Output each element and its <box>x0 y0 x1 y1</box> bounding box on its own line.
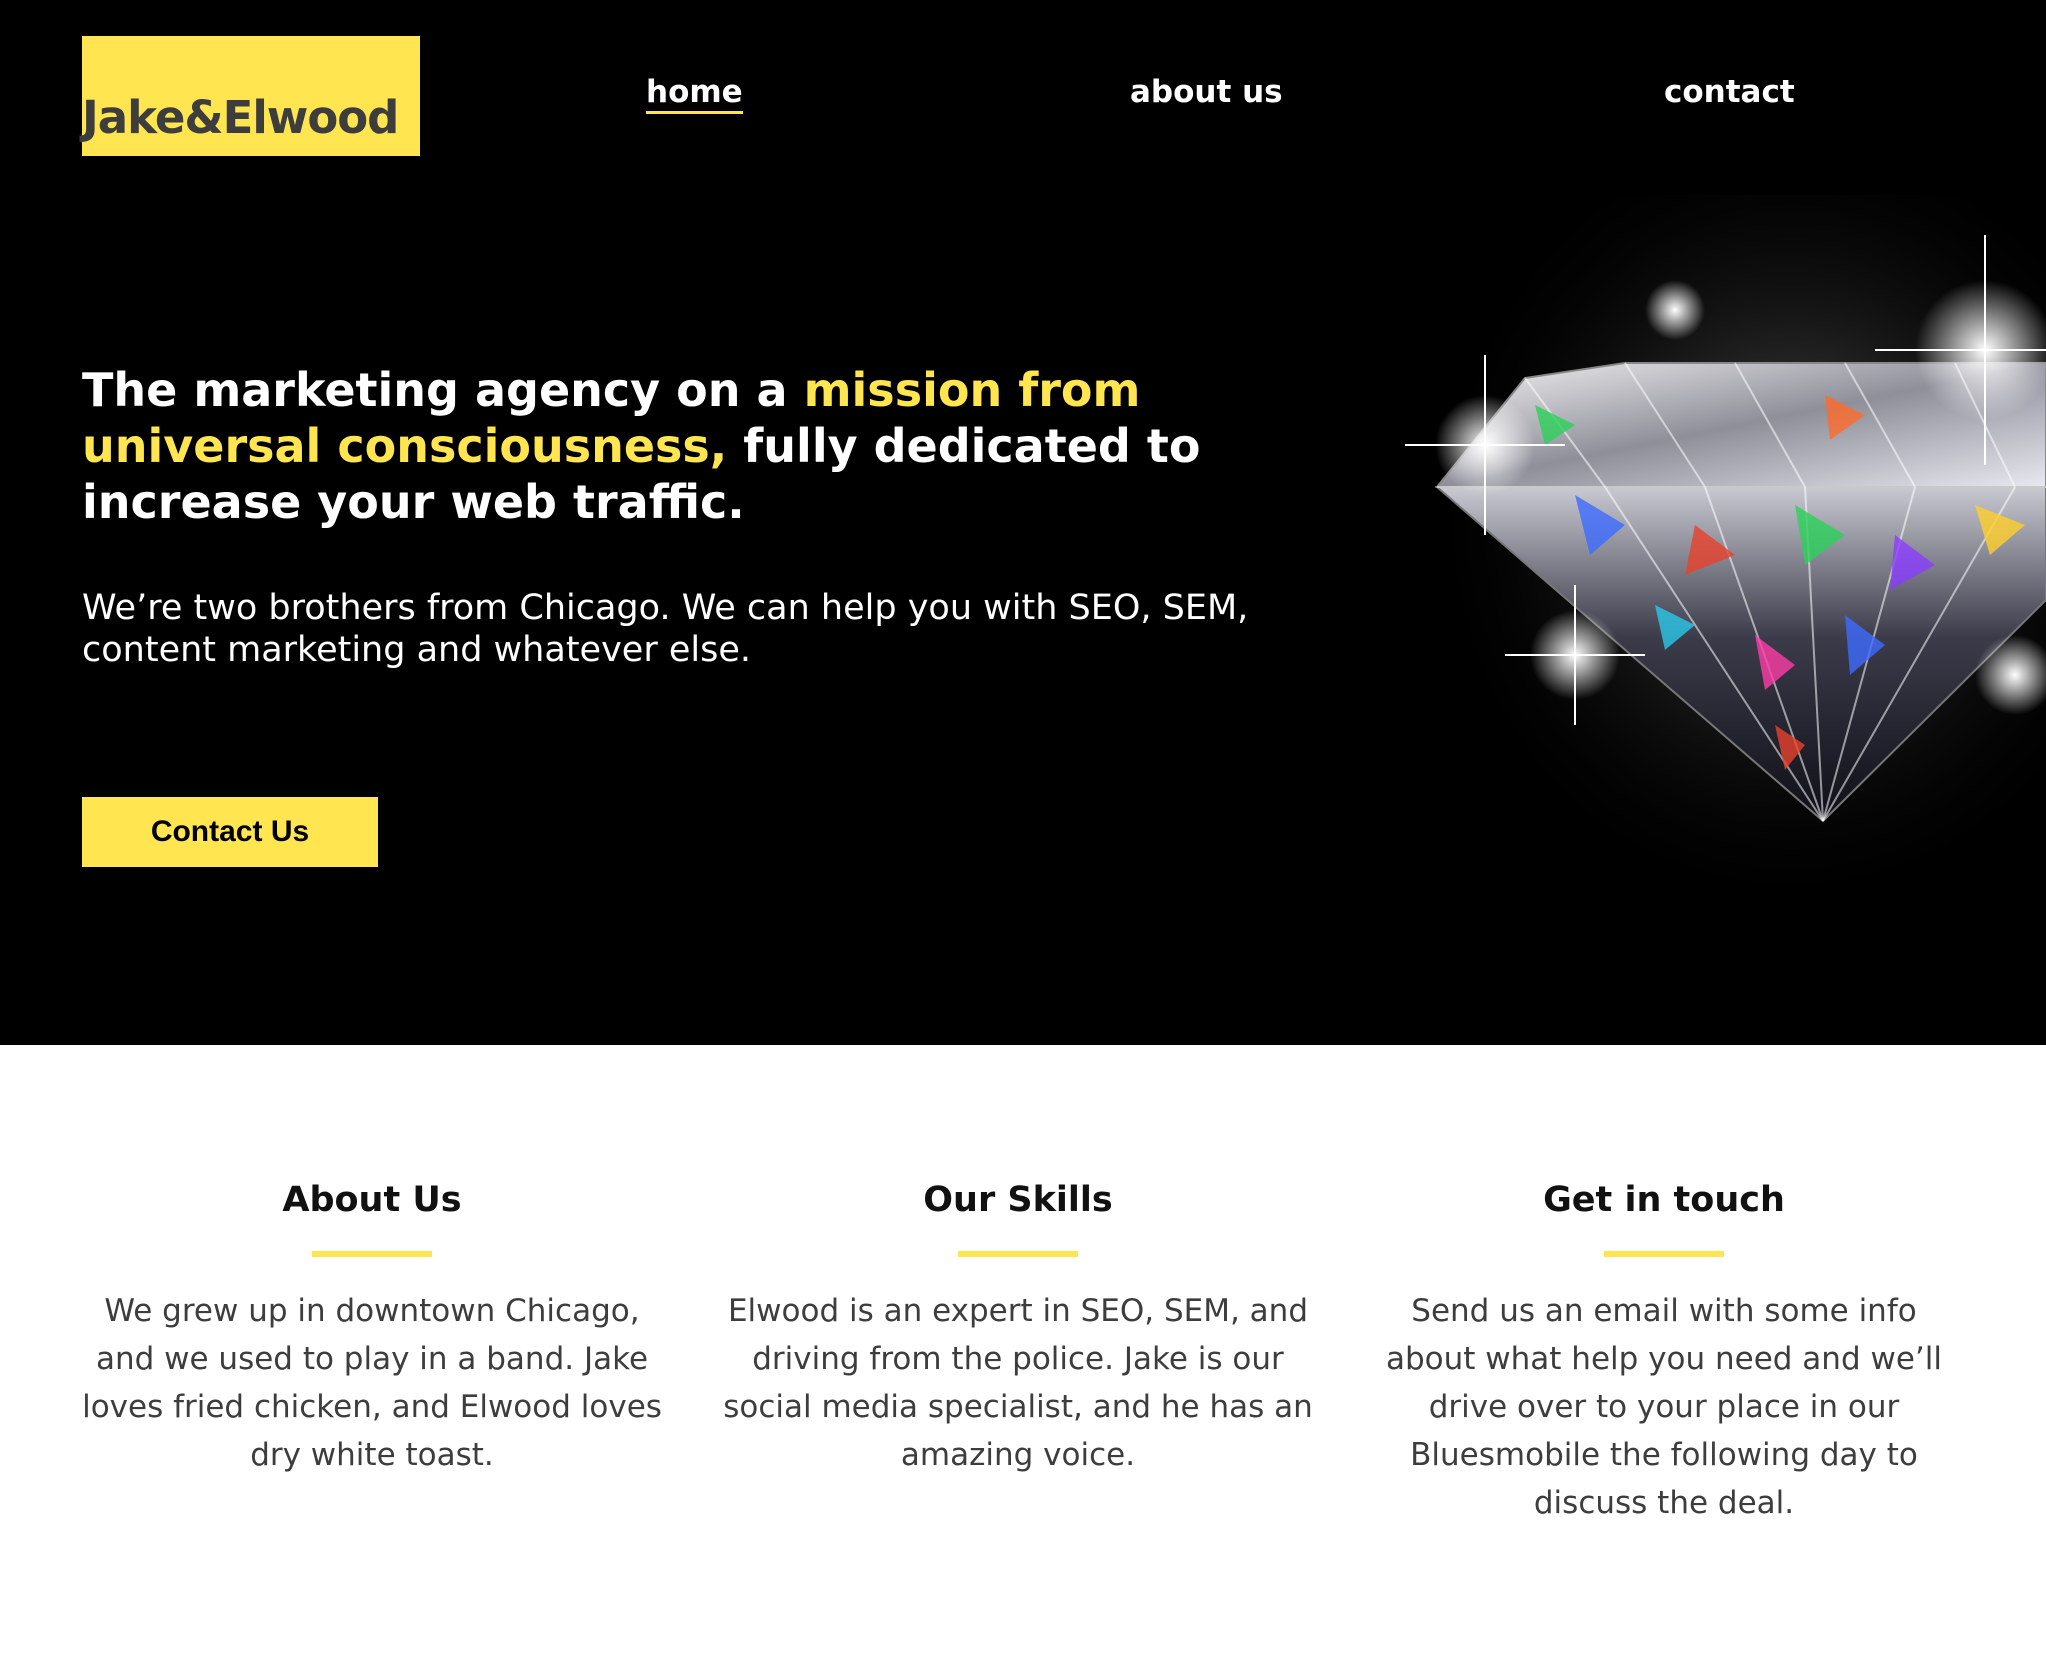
feature-divider <box>1604 1251 1724 1257</box>
feature-our-skills: Our Skills Elwood is an expert in SEO, S… <box>718 1175 1318 1479</box>
headline-text-start: The marketing agency on a <box>82 363 804 417</box>
feature-title: Get in touch <box>1543 1180 1785 1220</box>
nav-about-us[interactable]: about us <box>1130 74 1283 110</box>
feature-text: Elwood is an expert in SEO, SEM, and dri… <box>723 1293 1313 1473</box>
feature-text: We grew up in downtown Chicago, and we u… <box>82 1293 662 1473</box>
nav-home[interactable]: home <box>646 74 743 114</box>
feature-get-in-touch: Get in touch Send us an email with some … <box>1364 1175 1964 1527</box>
feature-title: Our Skills <box>923 1180 1113 1220</box>
diamond-image <box>1375 195 2046 925</box>
contact-us-button[interactable]: Contact Us <box>82 797 378 867</box>
feature-about-us: About Us We grew up in downtown Chicago,… <box>72 1175 672 1479</box>
diamond-illustration <box>1375 195 2046 925</box>
logo-text: Jake&Elwood <box>82 91 399 144</box>
contact-us-label: Contact Us <box>150 815 310 848</box>
nav-contact[interactable]: contact <box>1664 74 1795 110</box>
feature-divider <box>958 1251 1078 1257</box>
logo[interactable]: Jake&Elwood <box>82 36 420 156</box>
hero-section: Jake&Elwood home about us contact The ma… <box>0 0 2046 1045</box>
hero-headline: The marketing agency on a mission from u… <box>82 362 1242 530</box>
feature-title: About Us <box>282 1180 462 1220</box>
hero-subheadline: We’re two brothers from Chicago. We can … <box>82 588 1249 670</box>
feature-divider <box>312 1251 432 1257</box>
feature-text: Send us an email with some info about wh… <box>1386 1293 1942 1521</box>
